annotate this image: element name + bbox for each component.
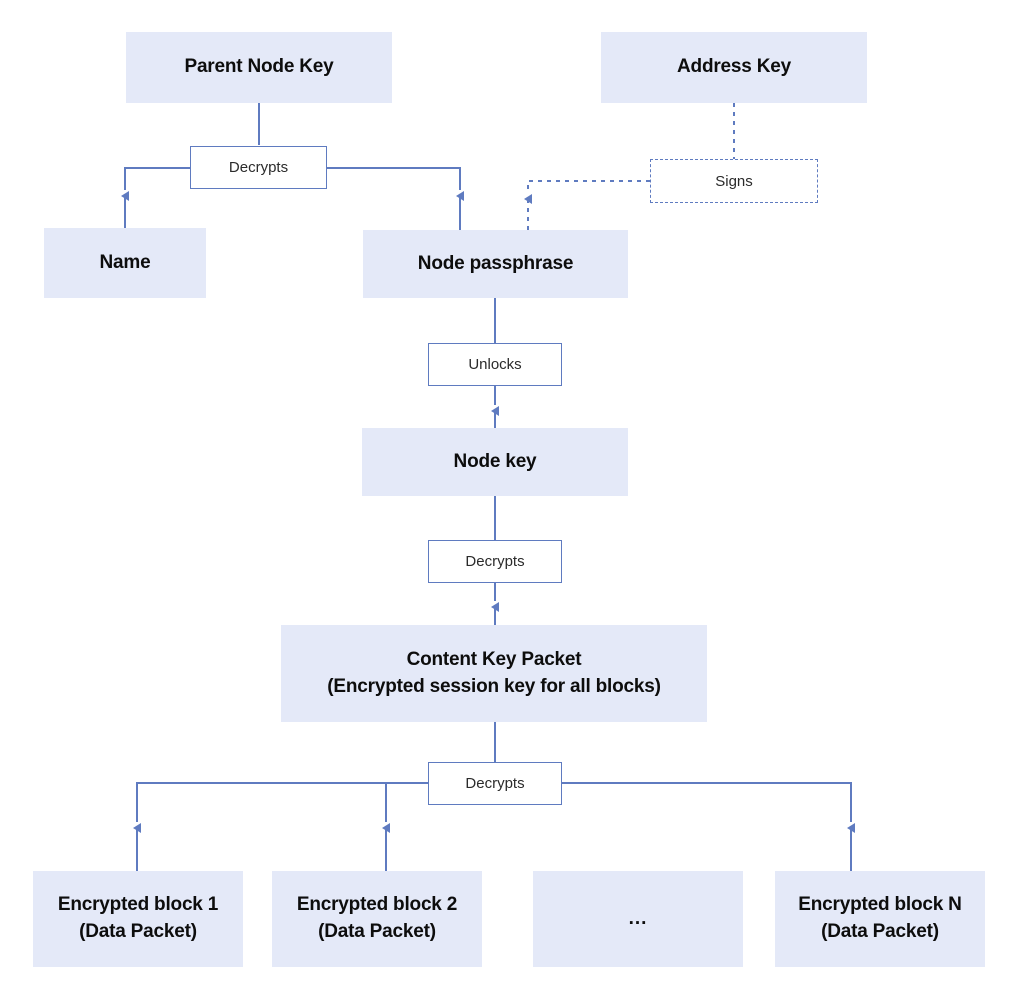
diagram-canvas: Parent Node Key Address Key Name Node pa… [0, 0, 1024, 1005]
node-label: Parent Node Key [184, 56, 334, 78]
node-sublabel: (Data Packet) [79, 921, 197, 942]
node-label: Node key [453, 450, 537, 472]
edge-label-decrypts-node-key[interactable]: Decrypts [428, 540, 562, 583]
edge-label-text: Unlocks [468, 356, 522, 373]
node-label: Encrypted block 2 [296, 894, 458, 916]
node-label: Address Key [677, 56, 791, 78]
ellipsis-label: ... [628, 907, 648, 929]
edge-label-unlocks[interactable]: Unlocks [428, 343, 562, 386]
edge-bus-right [562, 782, 852, 822]
node-encrypted-block-n[interactable]: Encrypted block N (Data Packet) [775, 871, 985, 967]
node-encrypted-block-ellipsis[interactable]: ... [533, 871, 743, 967]
node-encrypted-block-2[interactable]: Encrypted block 2 (Data Packet) [272, 871, 482, 967]
edge-label-text: Decrypts [228, 159, 289, 176]
node-content-key-packet[interactable]: Content Key Packet (Encrypted session ke… [281, 625, 707, 722]
edge-label-decrypts-content[interactable]: Decrypts [428, 762, 562, 805]
node-label: Encrypted block 1 [57, 894, 219, 916]
diagram-connectors [121, 103, 855, 871]
node-node-passphrase[interactable]: Node passphrase [363, 230, 628, 298]
edge-label-decrypts-parent[interactable]: Decrypts [190, 146, 327, 189]
node-encrypted-block-1[interactable]: Encrypted block 1 (Data Packet) [33, 871, 243, 967]
edge-decrypts-right-elbow [327, 167, 461, 190]
edge-bus-left [136, 782, 428, 822]
node-node-key[interactable]: Node key [362, 428, 628, 496]
edge-decrypts-left-elbow [124, 167, 190, 190]
node-sublabel: (Encrypted session key for all blocks) [327, 675, 661, 697]
node-parent-node-key[interactable]: Parent Node Key [126, 32, 392, 103]
node-label: Name [99, 251, 151, 273]
edge-signs-left-elbow [527, 180, 650, 193]
edge-label-text: Decrypts [465, 775, 525, 792]
node-sublabel: (Data Packet) [318, 921, 436, 942]
node-name[interactable]: Name [44, 228, 206, 298]
edge-label-signs[interactable]: Signs [650, 159, 818, 203]
node-sublabel: (Data Packet) [821, 921, 939, 942]
node-address-key[interactable]: Address Key [601, 32, 867, 103]
edge-label-text: Decrypts [465, 553, 525, 570]
node-label: Content Key Packet [406, 648, 582, 670]
edge-label-text: Signs [715, 172, 753, 190]
node-label: Encrypted block N [798, 894, 962, 916]
node-label: Node passphrase [417, 252, 574, 274]
